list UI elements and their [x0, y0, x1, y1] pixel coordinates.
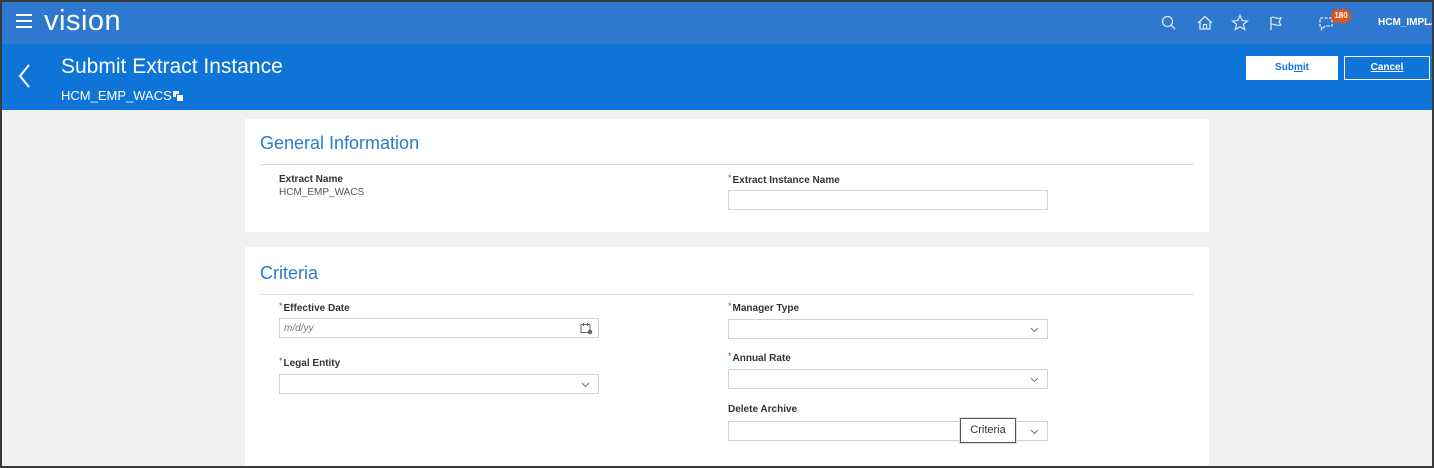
submit-label-mnemonic: m [1293, 62, 1303, 73]
section-heading-criteria: Criteria [260, 263, 319, 283]
label-text: Effective Date [283, 303, 350, 314]
calendar-icon[interactable] [580, 322, 593, 335]
annual-rate-label: *Annual Rate [728, 351, 791, 364]
manager-type-select[interactable] [728, 319, 1048, 339]
general-information-section: General Information Extract Name HCM_EMP… [245, 119, 1209, 232]
label-text: Annual Rate [732, 353, 791, 364]
legal-entity-label: *Legal Entity [279, 356, 340, 369]
effective-date-input[interactable]: m/d/yy [279, 318, 599, 338]
label-text: Extract Instance Name [732, 175, 840, 186]
notification-count-badge: 180 [1331, 9, 1351, 23]
chevron-down-icon[interactable] [1030, 325, 1039, 334]
menu-icon[interactable] [16, 14, 32, 28]
chevron-down-icon[interactable] [581, 380, 590, 389]
chevron-down-icon[interactable] [1030, 375, 1039, 384]
criteria-section: Criteria *Effective Date m/d/yy *Legal E… [245, 247, 1209, 466]
search-icon[interactable] [1159, 13, 1179, 33]
legal-entity-select[interactable] [279, 374, 599, 394]
extract-name-subtitle: HCM_EMP_WACS [61, 88, 172, 103]
brand-logo[interactable]: vision [44, 5, 121, 38]
date-placeholder: m/d/yy [284, 323, 314, 334]
back-icon[interactable] [16, 61, 34, 91]
chevron-down-icon[interactable] [1030, 427, 1039, 436]
divider [260, 164, 1194, 165]
submit-label-part: it [1302, 62, 1309, 73]
copy-icon[interactable] [172, 91, 183, 101]
user-menu[interactable]: HCM_IMPL [1378, 17, 1430, 28]
delete-archive-label: Delete Archive [728, 404, 798, 415]
home-icon[interactable] [1195, 13, 1215, 33]
effective-date-label: *Effective Date [279, 301, 350, 314]
extract-instance-name-input[interactable] [728, 190, 1048, 210]
global-header: vision 180 HCM_IMPL ⌄ [2, 2, 1432, 44]
required-marker: * [728, 301, 732, 311]
extract-name-value: HCM_EMP_WACS [279, 187, 365, 198]
extract-instance-name-label: *Extract Instance Name [728, 173, 840, 186]
app-frame: vision 180 HCM_IMPL ⌄ Submit Extract Ins… [0, 0, 1434, 468]
page-subtitle: HCM_EMP_WACS [61, 88, 183, 103]
extract-name-label: Extract Name [279, 174, 343, 185]
required-marker: * [279, 356, 283, 366]
required-marker: * [728, 173, 732, 183]
divider [260, 294, 1194, 295]
cancel-button[interactable]: Cancel [1344, 56, 1430, 80]
flag-icon[interactable] [1266, 13, 1286, 33]
submit-button[interactable]: Submit [1246, 56, 1338, 80]
required-marker: * [728, 351, 732, 361]
manager-type-label: *Manager Type [728, 301, 799, 314]
label-text: Manager Type [732, 303, 800, 314]
submit-label-part: Sub [1275, 62, 1294, 73]
page-header: Submit Extract Instance HCM_EMP_WACS Sub… [2, 44, 1432, 110]
criteria-tooltip: Criteria [960, 418, 1016, 443]
annual-rate-select[interactable] [728, 369, 1048, 389]
label-text: Legal Entity [283, 358, 341, 369]
chevron-down-icon[interactable]: ⌄ [1427, 17, 1432, 28]
required-marker: * [279, 301, 283, 311]
section-heading-general: General Information [260, 133, 420, 153]
page-title: Submit Extract Instance [61, 55, 283, 78]
star-icon[interactable] [1230, 13, 1250, 33]
